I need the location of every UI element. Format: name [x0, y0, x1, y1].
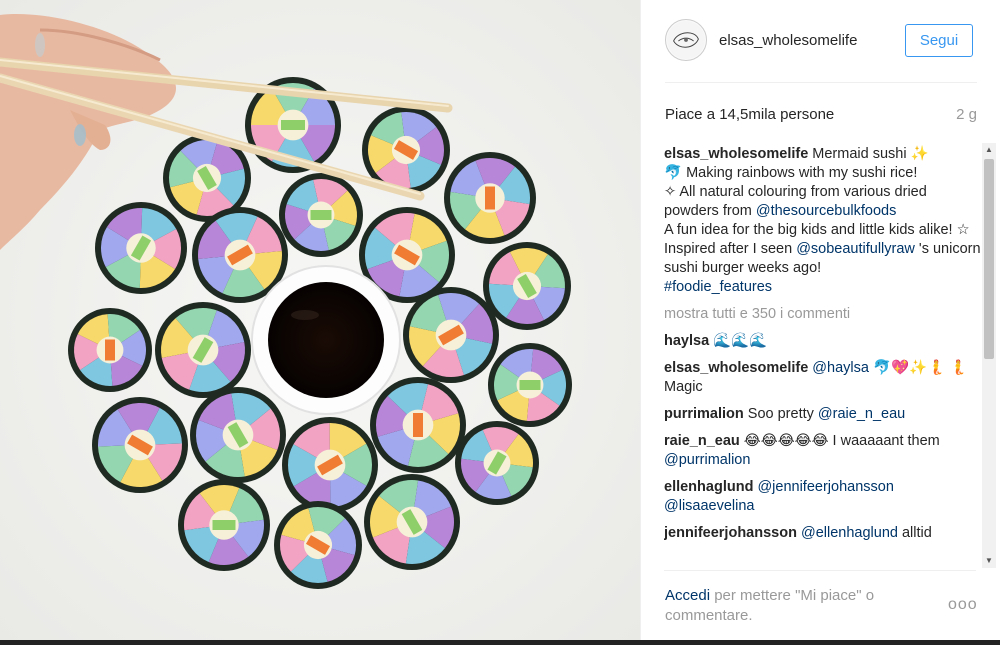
comments-list[interactable]: elsas_wholesomelife Mermaid sushi ✨ 🐬 Ma… [664, 145, 982, 568]
comment-item: purrimalion Soo pretty @raie_n_eau [664, 405, 982, 424]
comment-username[interactable]: jennifeerjohansson [664, 525, 797, 541]
comment-mention[interactable]: @raie_n_eau [818, 406, 905, 422]
likes-row: Piace a 14,5mila persone 2 g [665, 106, 977, 126]
window-bottom-edge [0, 640, 1000, 645]
comment-text: 🌊🌊🌊 [709, 333, 768, 349]
header-divider [665, 82, 977, 83]
comment-item: jennifeerjohansson @ellenhaglund alltid [664, 524, 982, 543]
caption-line5: Inspired after I seen [664, 241, 797, 257]
comment-mention[interactable]: @lisaaevelina [664, 498, 755, 514]
caption-mention-2[interactable]: @sobeautifullyraw [796, 241, 915, 257]
avatar[interactable] [665, 19, 707, 61]
comment-item: raie_n_eau 😂😂😂😂😂 I waaaaant them @purrim… [664, 432, 982, 470]
show-all-comments-link[interactable]: mostra tutti e 350 i commenti [664, 305, 982, 324]
scroll-up-icon[interactable]: ▲ [982, 143, 996, 157]
footer-divider [664, 570, 976, 571]
comment-username[interactable]: haylsa [664, 333, 709, 349]
comment-text: Soo pretty [743, 406, 818, 422]
caption: elsas_wholesomelife Mermaid sushi ✨ 🐬 Ma… [664, 145, 982, 297]
comment-item: elsas_wholesomelife @haylsa 🐬💖✨🧜 🧜 Magic [664, 359, 982, 397]
post-photo[interactable] [0, 0, 640, 645]
comments-scrollbar[interactable]: ▲ ▼ [982, 143, 996, 568]
comment-username[interactable]: ellenhaglund [664, 479, 753, 495]
caption-username[interactable]: elsas_wholesomelife [664, 146, 808, 162]
comment-item: ellenhaglund @jennifeerjohansson @lisaae… [664, 478, 982, 516]
scroll-thumb[interactable] [984, 159, 994, 359]
comment-text: alltid [897, 525, 932, 541]
caption-mention-1[interactable]: @thesourcebulkfoods [756, 203, 896, 219]
comment-mention[interactable]: @purrimalion [664, 452, 750, 468]
comment-mention[interactable]: @haylsa [812, 360, 869, 376]
comment-username[interactable]: elsas_wholesomelife [664, 360, 808, 376]
follow-button[interactable]: Segui [905, 24, 973, 57]
comment-username[interactable]: purrimalion [664, 406, 744, 422]
caption-hashtag[interactable]: #foodie_features [664, 279, 772, 295]
comment-item: haylsa 🌊🌊🌊 [664, 332, 982, 351]
comment-text: 😂😂😂😂😂 I waaaaant them [739, 433, 940, 449]
caption-line2: 🐬 Making rainbows with my sushi rice! [664, 165, 918, 181]
instagram-post-modal: elsas_wholesomelife Segui Piace a 14,5mi… [0, 0, 1000, 645]
scroll-down-icon[interactable]: ▼ [982, 554, 996, 568]
login-prompt: Accedi per mettere "Mi piace" o commenta… [665, 586, 925, 626]
post-author-username[interactable]: elsas_wholesomelife [719, 32, 857, 49]
likes-count[interactable]: Piace a 14,5mila persone [665, 106, 834, 123]
more-options-icon[interactable]: ooo [948, 596, 978, 614]
post-time[interactable]: 2 g [956, 106, 977, 123]
caption-line4: A fun idea for the big kids and little k… [664, 222, 970, 238]
comment-mention[interactable]: @jennifeerjohansson [757, 479, 893, 495]
caption-line1: Mermaid sushi ✨ [808, 146, 929, 162]
comment-mention[interactable]: @ellenhaglund [801, 525, 898, 541]
sushi-photo [0, 0, 640, 645]
comment-username[interactable]: raie_n_eau [664, 433, 740, 449]
avatar-logo-icon [666, 20, 706, 60]
login-link[interactable]: Accedi [665, 587, 710, 604]
post-header: elsas_wholesomelife Segui [641, 0, 1000, 82]
